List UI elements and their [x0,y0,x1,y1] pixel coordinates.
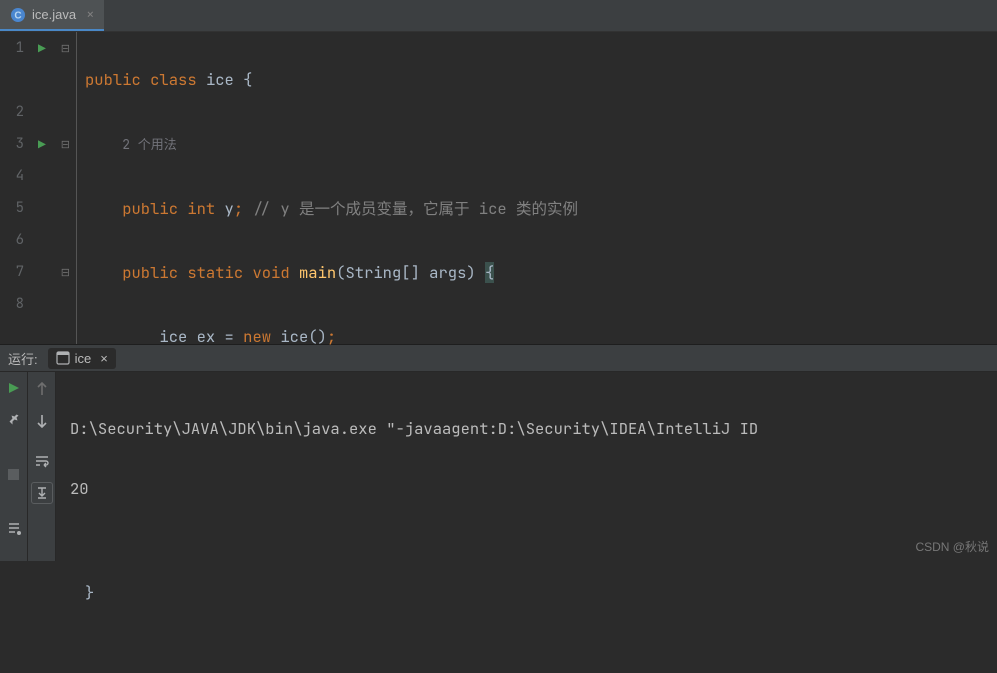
line-numbers: 1 2 3 4 5 6 7 8 [0,32,32,344]
fold-end-icon[interactable]: ⊟ [61,266,70,280]
keyword: static [187,262,243,283]
method-name: main [299,262,336,283]
run-line-icon[interactable]: ▶ [38,136,46,153]
java-class-icon: C [10,7,26,23]
line-num: 8 [0,288,24,320]
comment: // y 是一个成员变量，它属于 ice 类的实例 [252,198,578,219]
run-config-name: ice [75,351,92,366]
rerun-button[interactable] [4,378,24,398]
brace-matched: { [485,262,494,283]
params: (String[] args) [336,262,485,283]
line-num: 1 [0,32,24,64]
editor-tab-bar: C ice.java × [0,0,997,32]
keyword: public [122,262,178,283]
stop-button[interactable] [4,464,24,484]
brace: { [243,69,252,90]
file-tab-label: ice.java [32,7,76,22]
watermark: CSDN @秋说 [915,538,989,555]
line-num: 7 [0,256,24,288]
field-decl: y [225,198,234,219]
run-toolbar-primary [0,372,28,561]
run-label: 运行: [0,349,46,368]
gutter-icons: ▶ ▶ ⊟ ⊟ ⊟ [32,32,76,344]
type-ref: ice [159,326,187,347]
line-num: 2 [0,96,24,128]
soft-wrap-button[interactable] [31,450,53,472]
var-name: ex [197,326,216,347]
fold-expanded-icon[interactable]: ⊟ [61,138,70,152]
up-arrow-button[interactable] [31,378,53,400]
keyword: public [85,69,141,90]
keyword: public [122,198,178,219]
console-line: 20 [70,474,983,504]
ctor-call: ice() [271,326,327,347]
close-run-tab-icon[interactable]: × [100,351,108,366]
run-line-icon[interactable]: ▶ [38,40,46,57]
brace: } [85,582,94,603]
line-num: 6 [0,224,24,256]
semicolon: ; [327,326,336,347]
close-tab-icon[interactable]: × [86,6,94,24]
console-line: D:\Security\JAVA\JDK\bin\java.exe "-java… [70,414,983,444]
scroll-to-end-button[interactable] [31,482,53,504]
keyword: new [243,326,271,347]
run-config-tab[interactable]: ice × [48,348,116,369]
semicolon: ; [234,198,243,219]
svg-text:C: C [14,10,21,21]
line-num: 3 [0,128,24,160]
application-icon [56,351,70,365]
line-num: 5 [0,192,24,224]
tool-button[interactable] [4,410,24,430]
console-output[interactable]: D:\Security\JAVA\JDK\bin\java.exe "-java… [56,372,997,561]
keyword: void [252,262,289,283]
fold-expanded-icon[interactable]: ⊟ [61,42,70,56]
run-tool-window: D:\Security\JAVA\JDK\bin\java.exe "-java… [0,372,997,561]
keyword: class [150,69,197,90]
code-editor[interactable]: 1 2 3 4 5 6 7 8 ▶ ▶ ⊟ ⊟ ⊟ public class i… [0,32,997,344]
file-tab-ice-java[interactable]: C ice.java × [0,0,104,31]
run-toolbar-secondary [28,372,56,561]
code-content[interactable]: public class ice { 2 个用法 public int y; /… [77,32,997,344]
down-arrow-button[interactable] [31,410,53,432]
layout-button[interactable] [4,518,24,538]
keyword: int [187,198,215,219]
usage-hint[interactable]: 2 个用法 [122,136,177,153]
class-name: ice [206,69,234,90]
line-num: 4 [0,160,24,192]
